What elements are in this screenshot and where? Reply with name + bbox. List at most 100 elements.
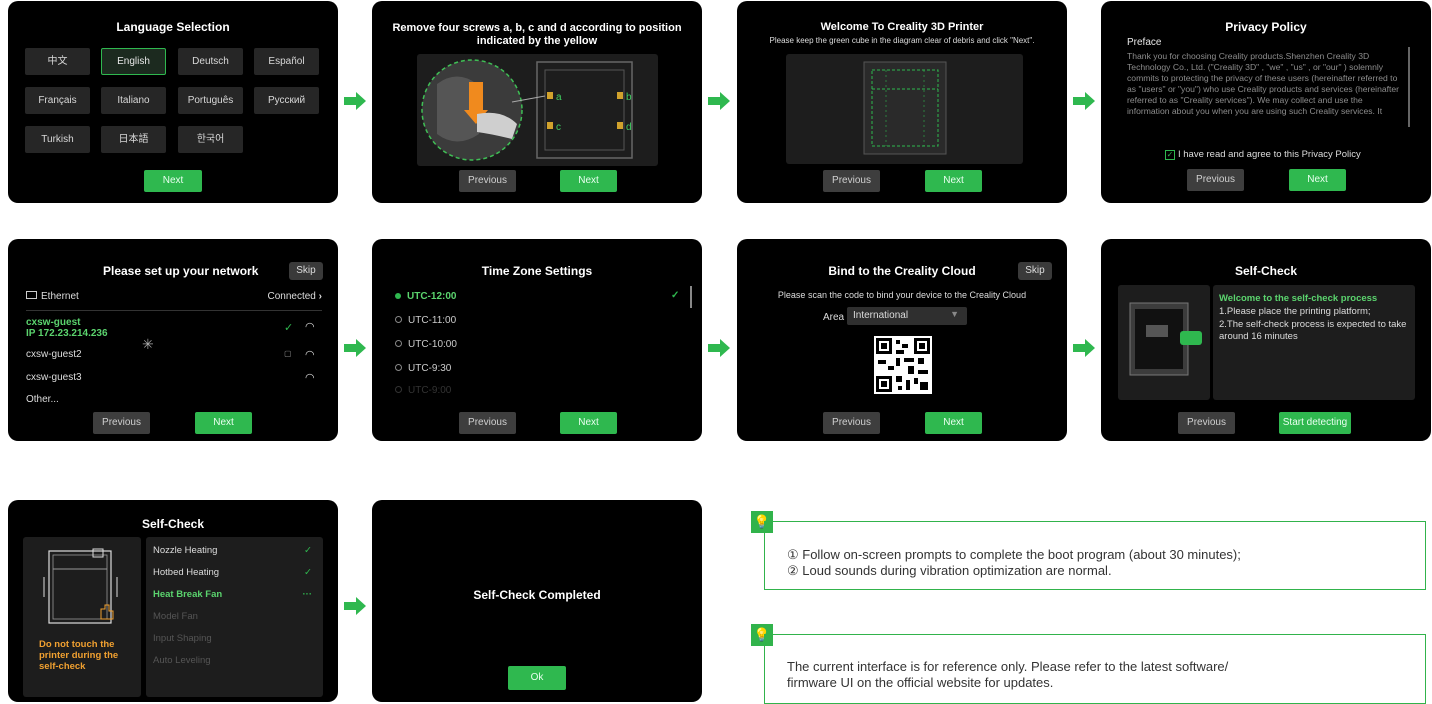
check-item-active: Heat Break Fan ··· <box>153 589 313 600</box>
lang-portugues[interactable]: Português <box>178 87 243 114</box>
screen-title: Privacy Policy <box>1225 20 1307 34</box>
wifi-item-active[interactable]: cxsw-guest IP 172.23.214.236 ✓ ◠ <box>26 317 322 343</box>
lang-francais[interactable]: Français <box>25 87 90 114</box>
ok-button[interactable]: Ok <box>508 666 566 690</box>
ethernet-label: Ethernet <box>41 291 79 302</box>
timezone-screen: Time Zone Settings UTC-12:00 ✓ UTC-11:00… <box>372 239 702 441</box>
tip-2-line-1: The current interface is for reference o… <box>787 659 1229 674</box>
policy-text: Thank you for choosing Creality products… <box>1127 51 1400 116</box>
network-setup-screen: Please set up your network Skip Ethernet… <box>8 239 338 441</box>
timezone-item-selected[interactable]: UTC-12:00 ✓ <box>395 290 685 305</box>
lang-korean[interactable]: 한국어 <box>178 126 243 153</box>
lang-russian[interactable]: Русский <box>254 87 319 114</box>
check-item-done: Hotbed Heating ✓ <box>153 567 312 578</box>
radio-icon <box>395 386 402 393</box>
arrow-right-icon <box>344 92 366 110</box>
divider <box>26 310 322 311</box>
check-icon: ✓ <box>671 290 680 301</box>
next-button[interactable]: Next <box>560 412 617 434</box>
monitor-icon <box>26 291 37 299</box>
printer-warning-panel: Do not touch the printer during the self… <box>23 537 141 697</box>
arrow-right-icon <box>344 597 366 615</box>
skip-button[interactable]: Skip <box>1018 262 1052 280</box>
checkbox-checked-icon[interactable]: ✓ <box>1165 150 1175 160</box>
radio-icon <box>395 364 402 371</box>
screw-diagram: a b c d <box>417 54 658 166</box>
bind-cloud-screen: Bind to the Creality Cloud Skip Please s… <box>737 239 1067 441</box>
arrow-right-icon <box>344 339 366 357</box>
wifi-name: cxsw-guest3 <box>26 372 82 383</box>
wifi-icon: ◠ <box>305 372 315 384</box>
radio-icon <box>395 340 402 347</box>
check-item-pending: Input Shaping <box>153 633 212 644</box>
lang-espanol[interactable]: Español <box>254 48 319 75</box>
welcome-text: Welcome to the self-check process <box>1219 293 1378 304</box>
screen-title: Language Selection <box>116 20 230 34</box>
lang-turkish[interactable]: Turkish <box>25 126 90 153</box>
screen-title-line1: Remove four screws a, b, c and d accordi… <box>392 22 682 34</box>
previous-button[interactable]: Previous <box>1178 412 1235 434</box>
previous-button[interactable]: Previous <box>1187 169 1244 191</box>
lang-japanese[interactable]: 日本語 <box>101 126 166 153</box>
previous-button[interactable]: Previous <box>93 412 150 434</box>
check-icon: ✓ <box>284 322 294 334</box>
printer-diagram <box>786 54 1023 164</box>
remove-screws-screen: Remove four screws a, b, c and d accordi… <box>372 1 702 203</box>
lang-italiano[interactable]: Italiano <box>101 87 166 114</box>
more-dots-icon: ··· <box>302 589 313 600</box>
screw-label-b: b <box>626 92 632 103</box>
lang-chinese[interactable]: 中文 <box>25 48 90 75</box>
wifi-name: cxsw-guest <box>26 317 81 328</box>
start-detecting-button[interactable]: Start detecting <box>1279 412 1351 434</box>
timezone-item[interactable]: UTC-11:00 <box>395 315 456 326</box>
wifi-ip: IP 172.23.214.236 <box>26 328 108 339</box>
self-check-intro-screen: Self-Check Welcome to the self-check pro… <box>1101 239 1431 441</box>
language-selection-screen: Language Selection 中文 English Deutsch Es… <box>8 1 338 203</box>
timezone-item[interactable]: UTC-9:30 <box>395 363 451 374</box>
check-item-done: Nozzle Heating ✓ <box>153 545 312 556</box>
area-label: Area <box>823 312 845 323</box>
bind-instruction: Please scan the code to bind your device… <box>777 290 1027 300</box>
timezone-item[interactable]: UTC-10:00 <box>395 339 457 350</box>
arrow-right-icon <box>1073 92 1095 110</box>
previous-button[interactable]: Previous <box>459 412 516 434</box>
radio-icon <box>395 316 402 323</box>
next-button[interactable]: Next <box>144 170 202 192</box>
radio-selected-icon <box>395 293 401 299</box>
previous-button[interactable]: Previous <box>459 170 516 192</box>
area-value: International <box>853 310 909 321</box>
check-icon: ✓ <box>304 567 312 578</box>
screw-label-d: d <box>626 122 632 133</box>
chevron-right-icon: › <box>318 291 322 302</box>
lang-deutsch[interactable]: Deutsch <box>178 48 243 75</box>
screen-title-line2: indicated by the yellow <box>476 35 598 47</box>
previous-button[interactable]: Previous <box>823 170 880 192</box>
policy-scrollbar[interactable] <box>1408 47 1410 127</box>
dropdown-arrow-icon: ▼ <box>950 309 959 319</box>
qr-code <box>874 336 932 394</box>
wifi-item[interactable]: cxsw-guest2 ▢ ◠ <box>26 349 322 363</box>
next-button[interactable]: Next <box>925 170 982 192</box>
skip-button[interactable]: Skip <box>289 262 323 280</box>
check-item-pending: Model Fan <box>153 611 198 622</box>
timezone-item-faded[interactable]: UTC-9:00 <box>395 385 451 396</box>
lang-english[interactable]: English <box>101 48 166 75</box>
timezone-scrollbar[interactable] <box>690 286 692 308</box>
check-list: Nozzle Heating ✓ Hotbed Heating ✓ Heat Bre… <box>146 537 323 697</box>
ethernet-row[interactable]: Ethernet Connected › <box>26 291 322 305</box>
screen-title: Self-Check <box>141 517 205 531</box>
agree-row[interactable]: ✓ I have read and agree to this Privacy P… <box>1165 149 1361 160</box>
next-button[interactable]: Next <box>560 170 617 192</box>
previous-button[interactable]: Previous <box>823 412 880 434</box>
wifi-item[interactable]: cxsw-guest3 ◠ <box>26 372 322 386</box>
screen-title: Self-Check <box>1234 264 1298 278</box>
area-dropdown[interactable]: International ▼ <box>847 307 967 325</box>
ethernet-status: Connected › <box>267 291 323 302</box>
next-button[interactable]: Next <box>925 412 982 434</box>
tip-1-line-1: ① Follow on-screen prompts to complete t… <box>787 547 1241 562</box>
screen-title: Time Zone Settings <box>481 264 593 278</box>
screen-subtitle: Please keep the green cube in the diagra… <box>769 36 1035 45</box>
next-button[interactable]: Next <box>1289 169 1346 191</box>
next-button[interactable]: Next <box>195 412 252 434</box>
wifi-item-other[interactable]: Other... <box>26 394 59 405</box>
